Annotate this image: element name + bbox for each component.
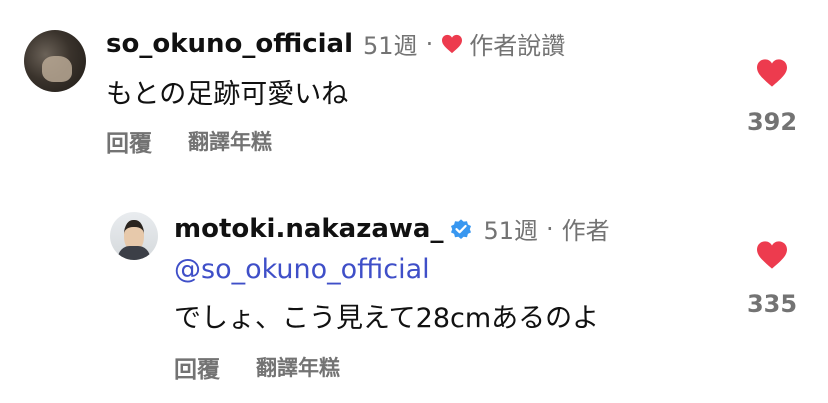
comment-username[interactable]: so_okuno_official [106,29,353,59]
creator-liked-label: 作者說讚 [469,32,566,60]
heart-icon [442,34,463,53]
comment-text: もとの足跡可愛いね [106,79,349,110]
reply-header: motoki.nakazawa_ 51週 · 作者 [174,211,610,246]
translate-button[interactable]: 翻譯年糕 [256,352,340,382]
verified-badge-icon [451,218,472,239]
reply-button[interactable]: 回覆 [174,350,220,384]
avatar-image-detail [42,56,72,82]
reply-button[interactable]: 回覆 [106,124,152,158]
avatar-image-detail [118,246,150,260]
reply-text: でしょ、こう見えて28cmあるのよ [174,303,600,334]
like-button[interactable]: 392 [747,58,797,136]
like-count: 392 [746,108,798,136]
comment-actions: 回覆 翻譯年糕 [106,124,272,158]
separator-dot: · [425,29,434,58]
separator-dot: · [546,214,554,243]
mention-link[interactable]: @so_okuno_official [174,254,430,285]
reply-time: 51週 [483,217,539,245]
author-label: 作者 [561,217,610,245]
like-button[interactable]: 335 [747,240,797,318]
reply-username[interactable]: motoki.nakazawa_ [174,214,443,244]
avatar[interactable] [110,212,158,260]
comment-header: so_okuno_official 51週 · 作者說讚 [106,26,565,61]
heart-icon[interactable] [755,240,789,270]
avatar[interactable] [24,30,86,92]
heart-icon[interactable] [755,58,789,88]
translate-button[interactable]: 翻譯年糕 [188,126,272,156]
reply-actions: 回覆 翻譯年糕 [174,350,340,384]
like-count: 335 [746,290,798,318]
comment-time: 51週 [363,32,418,60]
